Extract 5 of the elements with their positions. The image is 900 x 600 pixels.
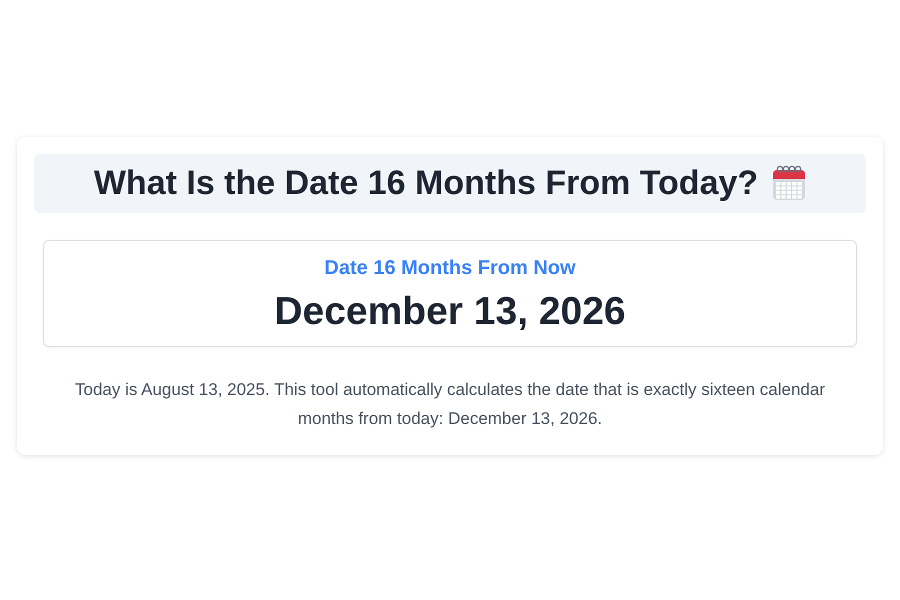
calendar-icon [772, 165, 806, 202]
result-date: December 13, 2026 [274, 290, 626, 334]
description-text: Today is August 13, 2025. This tool automatically calculates the date that is exactly sixteen calendar months from today: December 13, 2026. [74, 379, 826, 430]
page-title: What Is the Date 16 Months From Today? [94, 164, 758, 203]
result-label: Date 16 Months From Now [324, 256, 576, 280]
